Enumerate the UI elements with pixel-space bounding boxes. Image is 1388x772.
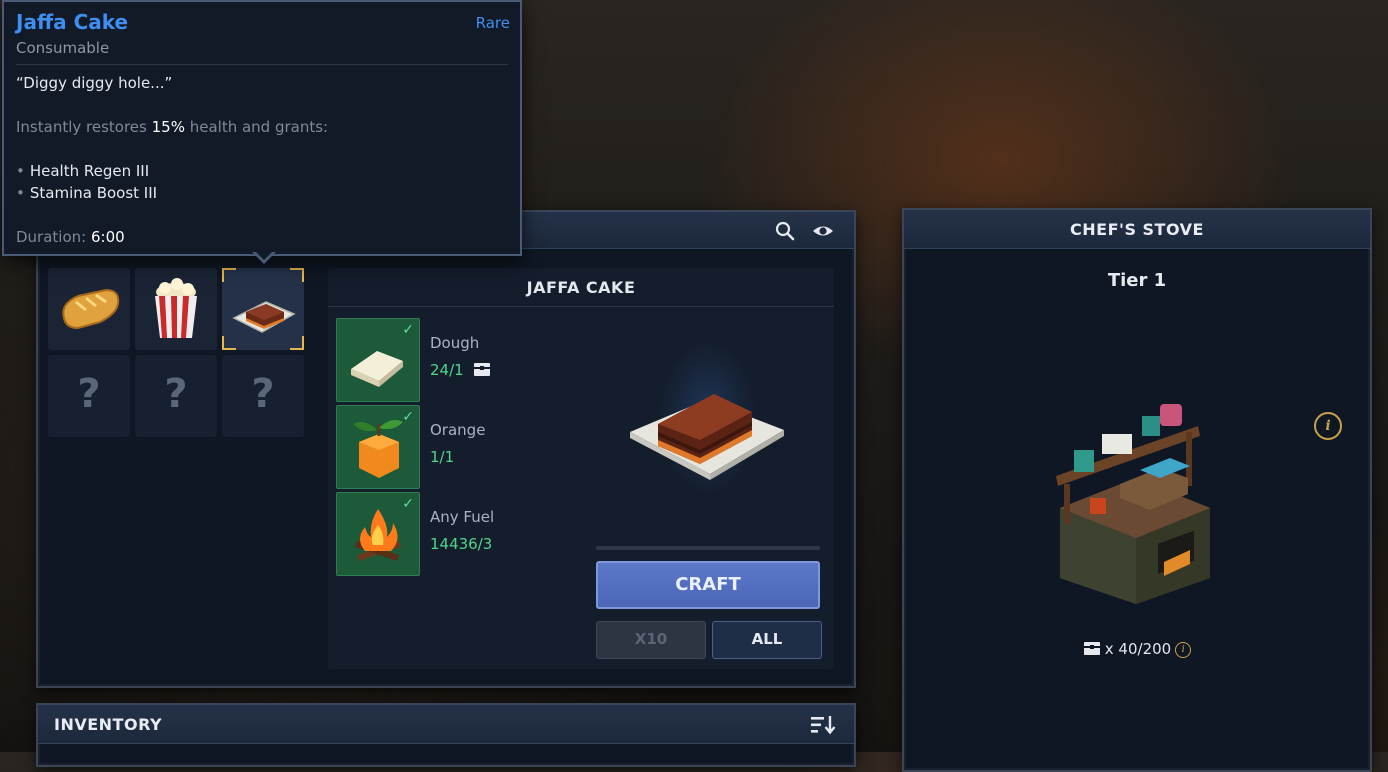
bullet-icon: •	[16, 184, 25, 202]
item-rarity: Rare	[475, 14, 510, 32]
inventory-header: INVENTORY	[38, 705, 854, 744]
search-icon[interactable]	[774, 220, 796, 242]
inventory-panel: INVENTORY	[36, 703, 856, 767]
storage-info-icon[interactable]: i	[1175, 641, 1192, 658]
divider	[16, 64, 508, 65]
unknown-recipe-icon: ?	[251, 371, 275, 417]
desc-prefix: Instantly restores	[16, 118, 152, 136]
ingredient-name: Dough	[430, 334, 480, 352]
ingredient-name: Orange	[430, 421, 486, 439]
selection-corner	[222, 336, 236, 350]
popcorn-icon	[155, 278, 197, 338]
chest-icon	[474, 363, 491, 376]
divider	[328, 306, 834, 307]
bread-icon	[62, 288, 120, 330]
ingredient-count-value: 24/1	[430, 361, 464, 379]
check-icon: ✓	[402, 409, 414, 425]
station-header: CHEF'S STOVE	[904, 210, 1370, 249]
recipe-slot-popcorn[interactable]	[135, 268, 217, 350]
craft-x10-button[interactable]: X10	[596, 621, 706, 659]
craft-progress-bar	[596, 546, 820, 550]
bullet-icon: •	[16, 162, 25, 180]
check-icon: ✓	[402, 322, 414, 338]
chefs-stove-icon	[1056, 404, 1210, 604]
info-icon[interactable]: i	[1314, 412, 1342, 440]
station-panel: CHEF'S STOVE Tier 1 i x 40/200 i	[902, 208, 1372, 772]
selection-corner	[222, 268, 236, 282]
item-duration: Duration: 6:00	[16, 228, 125, 246]
recipe-slot-jaffa-cake[interactable]	[222, 268, 304, 350]
recipe-slot-locked[interactable]: ?	[135, 355, 217, 437]
item-description: Instantly restores 15% health and grants…	[16, 118, 328, 136]
recipe-slot-bread[interactable]	[48, 268, 130, 350]
desc-value: 15%	[151, 118, 185, 136]
desc-suffix: health and grants:	[184, 118, 329, 136]
chest-icon	[1083, 642, 1100, 655]
station-tier: Tier 1	[1107, 270, 1167, 291]
unknown-recipe-icon: ?	[164, 371, 188, 417]
jaffa-cake-preview-icon	[630, 394, 784, 480]
ingredient-count: 24/1	[430, 361, 491, 379]
effect-name: Stamina Boost III	[29, 184, 158, 202]
ingredient-slot-fuel[interactable]: ✓	[336, 492, 420, 576]
ingredient-name: Any Fuel	[430, 508, 495, 526]
effect-item: • Stamina Boost III	[16, 184, 157, 202]
check-icon: ✓	[402, 496, 414, 512]
craft-all-button[interactable]: ALL	[712, 621, 822, 659]
storage-count: x 40/200	[1104, 640, 1172, 658]
ingredient-count: 1/1	[430, 448, 455, 466]
storage-info: x 40/200 i	[904, 640, 1370, 658]
effect-item: • Health Regen III	[16, 162, 149, 180]
craft-button[interactable]: CRAFT	[596, 561, 820, 609]
eye-icon[interactable]	[812, 220, 834, 242]
effect-name: Health Regen III	[29, 162, 150, 180]
selection-corner	[290, 336, 304, 350]
recipe-slot-locked[interactable]: ?	[48, 355, 130, 437]
ingredient-slot-dough[interactable]: ✓	[336, 318, 420, 402]
duration-label: Duration:	[16, 228, 91, 246]
duration-value: 6:00	[90, 228, 125, 246]
recipe-detail: JAFFA CAKE ✓ Dough 24/1 ✓ Orange 1/1 ✓ A…	[328, 268, 834, 669]
item-type: Consumable	[16, 39, 110, 57]
station-title: CHEF'S STOVE	[1070, 220, 1204, 239]
sort-icon[interactable]	[810, 715, 836, 735]
unknown-recipe-icon: ?	[77, 371, 101, 417]
item-flavor-text: “Diggy diggy hole...”	[16, 74, 173, 92]
item-tooltip: Jaffa Cake Rare Consumable “Diggy diggy …	[2, 0, 522, 256]
recipe-slot-locked[interactable]: ?	[222, 355, 304, 437]
inventory-title: INVENTORY	[54, 715, 163, 734]
recipe-title: JAFFA CAKE	[526, 278, 636, 297]
ingredient-count: 14436/3	[430, 535, 493, 553]
tooltip-pointer-inner	[254, 250, 274, 260]
selection-corner	[290, 268, 304, 282]
item-name: Jaffa Cake	[16, 10, 129, 34]
ingredient-slot-orange[interactable]: ✓	[336, 405, 420, 489]
